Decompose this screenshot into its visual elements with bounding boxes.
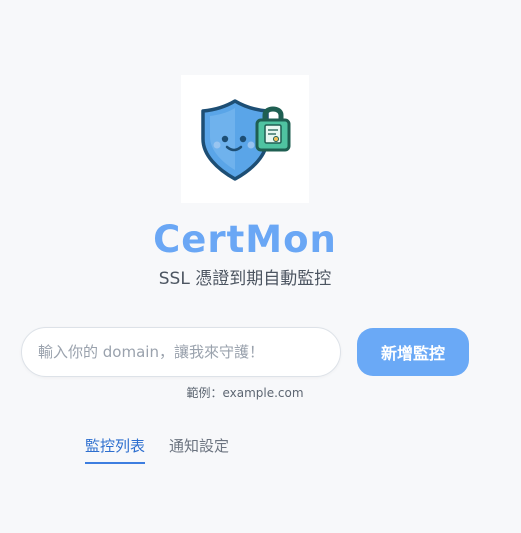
shield-lock-icon [201,99,291,181]
add-monitor-button[interactable]: 新增監控 [357,328,469,376]
app-logo [181,75,309,203]
app-subtitle: SSL 憑證到期自動監控 [158,269,332,289]
app-title: CertMon [153,218,337,261]
tab-bar: 監控列表 通知設定 [85,434,229,464]
example-hint: 範例：example.com [186,386,304,400]
tab-notification-settings[interactable]: 通知設定 [169,434,229,464]
domain-input[interactable] [21,327,341,377]
tab-monitor-list[interactable]: 監控列表 [85,434,146,464]
